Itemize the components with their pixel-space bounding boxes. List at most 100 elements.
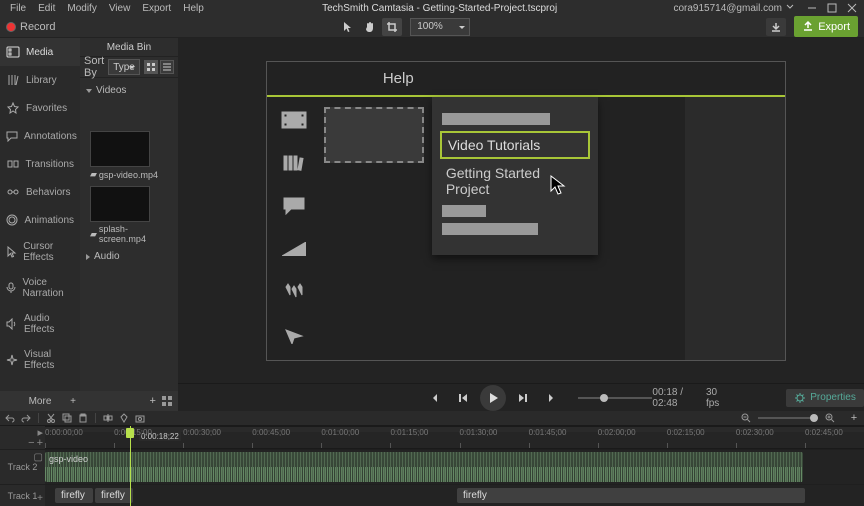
timeline-tracks-area[interactable]: 0:00:18;22 0:00:00;000:00:15;000:00:30;0… [45,426,864,506]
window-maximize-icon[interactable] [824,0,840,16]
filmstrip-icon: ▰ [90,169,97,180]
timeline-ruler[interactable]: 0:00:18;22 0:00:00;000:00:15;000:00:30;0… [45,426,864,449]
slider-handle-icon[interactable] [810,414,818,422]
sidebar-more[interactable]: More + [0,391,80,411]
user-email: cora915714@gmail.com [673,3,782,14]
record-button[interactable]: Record [0,19,61,35]
add-media-icon[interactable]: + [149,395,155,407]
grid-view-icon[interactable] [160,394,174,408]
properties-label: Properties [810,392,856,403]
books-icon [281,154,308,173]
menu-modify[interactable]: Modify [61,3,102,14]
timeline-track-1[interactable]: firefly firefly firefly [45,484,864,506]
canvas-stage[interactable]: Help Video Tutorials [178,38,864,383]
folder-audio[interactable]: Audio [82,248,176,265]
clip-firefly-3[interactable]: firefly [457,488,805,503]
zoom-in-icon[interactable] [824,412,836,424]
star-icon [6,101,20,115]
sidebar-item-audio-effects[interactable]: Audio Effects [0,306,80,342]
sidebar-item-cursor-effects[interactable]: Cursor Effects [0,234,80,270]
preview-selection-box [324,107,424,163]
plus-icon[interactable]: + [37,437,43,448]
zoom-plus-icon[interactable]: + [848,412,860,424]
clip-label: firefly [101,490,125,501]
sidebar-item-annotations[interactable]: Annotations [0,122,80,150]
save-button[interactable] [766,18,786,36]
timeline-track-2[interactable]: gsp-video [45,449,864,484]
window-minimize-icon[interactable] [804,0,820,16]
caret-icon[interactable]: ▸ [37,426,43,437]
menu-export[interactable]: Export [136,3,177,14]
sidebar-item-animations[interactable]: Animations [0,206,80,234]
sidebar-item-visual-effects[interactable]: Visual Effects [0,342,80,378]
clip-gsp-video[interactable]: gsp-video [45,452,803,482]
previous-frame-button[interactable] [428,389,446,407]
redo-icon[interactable] [20,412,32,424]
menu-help[interactable]: Help [177,3,210,14]
comment-icon [281,197,308,216]
media-item-splash-screen[interactable]: ▰splash-screen.mp4 [90,186,168,244]
sidebar-label-voice-narration: Voice Narration [23,277,74,299]
clip-firefly-2[interactable]: firefly [95,488,133,503]
timeline-zoom-slider[interactable] [758,417,818,419]
main-area: Media Library Favorites Annotations Tran… [0,38,864,411]
minus-icon[interactable]: − [28,437,34,448]
copy-icon[interactable] [61,412,73,424]
canvas-zoom-select[interactable]: 100% [410,18,470,36]
record-icon [6,22,16,32]
media-item-gsp-video[interactable]: ▰gsp-video.mp4 [90,131,158,180]
step-forward-button[interactable] [514,389,532,407]
sidebar-item-media[interactable]: Media [0,38,80,66]
track-header-1[interactable]: Track 1 + [0,484,45,506]
marker-icon[interactable] [118,412,130,424]
snapshot-icon[interactable] [134,412,146,424]
add-track-icon[interactable]: + [37,493,43,504]
split-icon[interactable] [102,412,114,424]
folder-videos[interactable]: Videos [82,82,176,99]
menu-file[interactable]: File [4,3,32,14]
step-back-button[interactable] [454,389,472,407]
menu-view[interactable]: View [103,3,137,14]
filmstrip-icon: ▰ [90,229,97,240]
media-bin-footer: + [80,391,178,411]
cursor-arrow-icon [281,327,308,346]
next-frame-button[interactable] [540,389,558,407]
cut-icon[interactable] [45,412,57,424]
plus-icon[interactable]: + [70,396,76,407]
sidebar-item-voice-narration[interactable]: Voice Narration [0,270,80,306]
preview-help-menu: Video Tutorials Getting Started Project [432,97,598,255]
undo-icon[interactable] [4,412,16,424]
maximize-track-icon[interactable]: ▢ [34,452,43,463]
ruler-tick: 0:02:15;00 [667,428,705,437]
thumbnail-icon [90,131,150,167]
sidebar-item-behaviors[interactable]: Behaviors [0,178,80,206]
track-header-2[interactable]: Track 2 ▢ [0,449,45,484]
zoom-out-icon[interactable] [740,412,752,424]
behaviors-icon [6,185,20,199]
view-grid-icon[interactable] [144,60,158,74]
ruler-tick: 0:00:00;00 [45,428,83,437]
sidebar-item-favorites[interactable]: Favorites [0,94,80,122]
export-button[interactable]: Export [794,16,858,37]
chevron-down-icon [86,89,92,93]
sidebar-label-visual-effects: Visual Effects [24,349,74,371]
ruler-tick: 0:00:30;00 [183,428,221,437]
properties-button[interactable]: Properties [786,389,864,407]
scrub-slider[interactable] [578,397,653,399]
slider-handle-icon[interactable] [600,394,608,402]
user-account[interactable]: cora915714@gmail.com [669,3,798,14]
clip-firefly-1[interactable]: firefly [55,488,93,503]
paste-icon[interactable] [77,412,89,424]
play-button[interactable] [480,385,506,411]
sidebar-item-transitions[interactable]: Transitions [0,150,80,178]
hand-tool-icon[interactable] [360,18,380,36]
crop-tool-icon[interactable] [382,18,402,36]
sparkle-icon [6,353,18,367]
window-close-icon[interactable] [844,0,860,16]
menu-edit[interactable]: Edit [32,3,61,14]
sortby-select[interactable]: Type [108,59,140,75]
playhead-line[interactable] [130,426,131,506]
view-list-icon[interactable] [160,60,174,74]
pointer-tool-icon[interactable] [338,18,358,36]
sidebar-item-library[interactable]: Library [0,66,80,94]
